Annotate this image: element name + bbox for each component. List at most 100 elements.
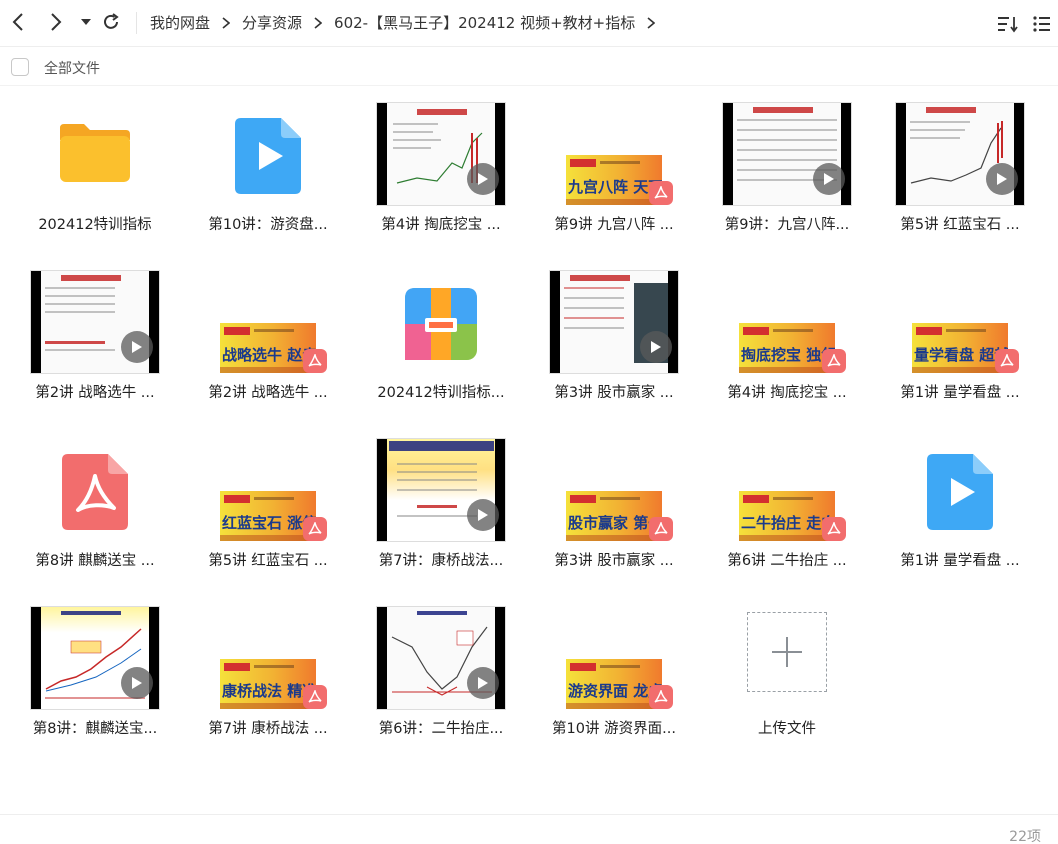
file-item[interactable]: 九宫八阵 天下归心 第9讲 九宫八阵 ... [529, 86, 699, 246]
play-icon [813, 163, 845, 195]
file-item[interactable]: 战略选牛 赵走越牛 第2讲 战略选牛 ... [183, 254, 353, 414]
file-name: 第2讲 战略选牛 ... [208, 385, 328, 401]
file-name: 第5讲 红蓝宝石 ... [900, 217, 1020, 233]
forward-button[interactable] [44, 10, 68, 34]
file-name: 第1讲 量学看盘 ... [900, 553, 1020, 569]
file-item[interactable]: 第9讲：九宫八阵... [702, 86, 872, 246]
video-thumbnail [549, 270, 679, 374]
file-item[interactable]: 掏底挖宝 独领风骚 第4讲 掏底挖宝 ... [702, 254, 872, 414]
file-item[interactable]: 游资界面 龙虎自现 第10讲 游资界面... [529, 590, 699, 750]
file-item[interactable]: 第5讲 红蓝宝石 ... [875, 86, 1045, 246]
file-name: 第1讲 量学看盘 ... [900, 385, 1020, 401]
play-icon [121, 331, 153, 363]
select-all-label: 全部文件 [44, 61, 100, 77]
pdf-thumbnail: 九宫八阵 天下归心 [566, 155, 662, 205]
file-name: 第4讲 掏底挖宝 ... [727, 385, 847, 401]
file-item[interactable]: 第7讲：康桥战法... [356, 422, 526, 582]
file-name: 第10讲 游资界面... [552, 721, 676, 737]
pdf-file-icon [62, 454, 128, 530]
breadcrumb-item[interactable]: 我的网盘 [150, 12, 210, 33]
chevron-right-icon [314, 16, 323, 29]
file-item[interactable]: 第3讲 股市赢家 ... [529, 254, 699, 414]
file-item[interactable]: 第4讲 掏底挖宝 ... [356, 86, 526, 246]
pdf-icon [303, 685, 327, 709]
file-item[interactable]: 第8讲 麒麟送宝 ... [10, 422, 180, 582]
file-name: 第9讲：九宫八阵... [724, 217, 850, 233]
file-name: 第6讲 二牛抬庄 ... [727, 553, 847, 569]
pdf-banner-title: 掏底挖宝 独领风骚 [741, 346, 835, 364]
video-thumbnail [895, 102, 1025, 206]
chevron-right-icon [222, 16, 231, 29]
refresh-icon [104, 13, 119, 29]
file-name: 202412特训指标 [38, 217, 152, 233]
file-name: 第5讲 红蓝宝石 ... [208, 553, 328, 569]
pdf-banner-title: 康桥战法 精准量化 [222, 682, 316, 700]
play-icon [121, 667, 153, 699]
pdf-thumbnail: 掏底挖宝 独领风骚 [739, 323, 835, 373]
file-item[interactable]: 第10讲：游资盘... [183, 86, 353, 246]
video-thumbnail [376, 606, 506, 710]
file-item[interactable]: 第1讲 量学看盘 ... [875, 422, 1045, 582]
select-all-bar: 全部文件 [0, 46, 1058, 86]
pdf-thumbnail: 康桥战法 精准量化 [220, 659, 316, 709]
pdf-banner-title: 红蓝宝石 涨停先知 [222, 514, 316, 532]
file-item[interactable]: 第8讲：麒麟送宝... [10, 590, 180, 750]
pdf-icon [822, 517, 846, 541]
pdf-thumbnail: 红蓝宝石 涨停先知 [220, 491, 316, 541]
pdf-banner-title: 战略选牛 赵走越牛 [222, 346, 316, 364]
upload-tile[interactable]: 上传文件 [702, 590, 872, 750]
file-item[interactable]: 股市赢家 第一王牌 第3讲 股市赢家 ... [529, 422, 699, 582]
pdf-banner-title: 量学看盘 超越排序 [914, 346, 1008, 364]
chevron-right-icon[interactable] [647, 16, 656, 29]
caret-down-icon [81, 19, 91, 25]
top-toolbar: 我的网盘 分享资源 602-【黑马王子】202412 视频+教材+指标 [0, 0, 1058, 46]
file-name: 第4讲 掏底挖宝 ... [381, 217, 501, 233]
file-name: 第10讲：游资盘... [208, 217, 328, 233]
video-file-icon [235, 118, 301, 194]
file-item[interactable]: 康桥战法 精准量化 第7讲 康桥战法 ... [183, 590, 353, 750]
file-item[interactable]: 202412特训指标... [356, 254, 526, 414]
file-name: 第6讲：二牛抬庄... [378, 721, 504, 737]
video-file-icon [927, 454, 993, 530]
upload-button[interactable] [747, 612, 827, 692]
file-item[interactable]: 红蓝宝石 涨停先知 第5讲 红蓝宝石 ... [183, 422, 353, 582]
file-name: 第2讲 战略选牛 ... [35, 385, 155, 401]
item-count: 22项 [1009, 829, 1041, 844]
pdf-thumbnail: 战略选牛 赵走越牛 [220, 323, 316, 373]
file-item[interactable]: 二牛抬庄 走向辉煌 第6讲 二牛抬庄 ... [702, 422, 872, 582]
sort-button[interactable] [996, 12, 1020, 36]
file-item[interactable]: 量学看盘 超越排序 第1讲 量学看盘 ... [875, 254, 1045, 414]
breadcrumb-item[interactable]: 602-【黑马王子】202412 视频+教材+指标 [334, 12, 635, 33]
play-icon [467, 499, 499, 531]
pdf-thumbnail: 量学看盘 超越排序 [912, 323, 1008, 373]
plus-icon [772, 637, 802, 667]
play-icon [467, 667, 499, 699]
file-name: 第9讲 九宫八阵 ... [554, 217, 674, 233]
pdf-banner-title: 游资界面 龙虎自现 [568, 682, 662, 700]
pdf-thumbnail: 股市赢家 第一王牌 [566, 491, 662, 541]
select-all-checkbox[interactable] [11, 58, 29, 76]
pdf-banner-title: 二牛抬庄 走向辉煌 [741, 514, 835, 532]
folder-item[interactable]: 202412特训指标 [10, 86, 180, 246]
pdf-banner-title: 股市赢家 第一王牌 [568, 514, 662, 532]
pdf-icon [649, 517, 673, 541]
pdf-thumbnail: 二牛抬庄 走向辉煌 [739, 491, 835, 541]
video-thumbnail [376, 438, 506, 542]
pdf-icon [822, 349, 846, 373]
file-item[interactable]: 第6讲：二牛抬庄... [356, 590, 526, 750]
file-name: 第8讲：麒麟送宝... [32, 721, 158, 737]
file-name: 第8讲 麒麟送宝 ... [35, 553, 155, 569]
breadcrumb-item[interactable]: 分享资源 [242, 12, 302, 33]
back-button[interactable] [6, 10, 30, 34]
archive-icon [405, 288, 477, 360]
view-toggle-button[interactable] [1030, 12, 1054, 36]
sort-icon [998, 17, 1018, 33]
file-item[interactable]: 第2讲 战略选牛 ... [10, 254, 180, 414]
folder-icon [60, 124, 130, 182]
file-name: 第7讲：康桥战法... [378, 553, 504, 569]
upload-label: 上传文件 [758, 721, 816, 737]
history-dropdown[interactable] [74, 10, 98, 34]
list-view-icon [1033, 16, 1050, 32]
play-icon [640, 331, 672, 363]
refresh-button[interactable] [99, 10, 123, 34]
